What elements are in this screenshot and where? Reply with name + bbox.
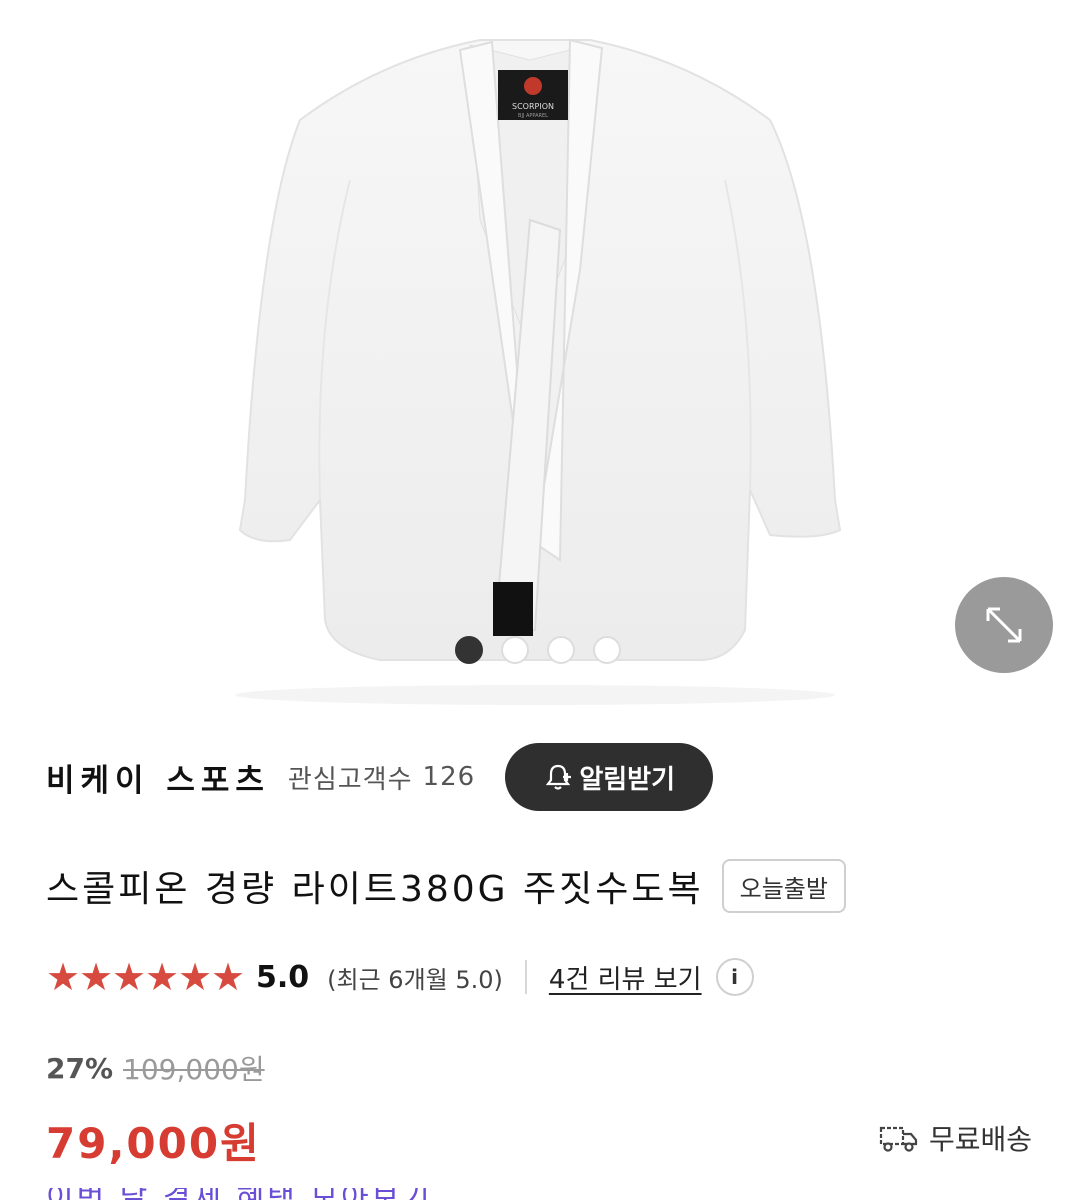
logo-text: SCORPION: [512, 102, 554, 111]
fans-label: 관심고객수: [287, 764, 413, 795]
pagination-dot-4[interactable]: [593, 636, 621, 664]
logo-subtext: BJJ APPAREL: [518, 113, 548, 119]
same-day-shipping-badge: 오늘출발: [721, 859, 846, 913]
product-title-row: 스콜피온 경량 라이트380G 주짓수도복 오늘출발: [46, 858, 846, 914]
rating-stars: ★ ★ ★ ★ ★ ★: [46, 955, 246, 999]
expand-icon: [986, 607, 1022, 643]
product-image-gallery[interactable]: SCORPION BJJ APPAREL: [0, 0, 1082, 712]
original-price: 109,000원: [123, 1053, 265, 1086]
discount-rate: 27%: [46, 1051, 114, 1085]
image-pagination: [455, 636, 621, 664]
expand-image-button[interactable]: [955, 577, 1053, 673]
star-icon: ★: [79, 955, 114, 999]
product-image[interactable]: SCORPION BJJ APPAREL: [230, 20, 860, 710]
seller-info: 비케이 스포츠 관심고객수 126 알림받기: [46, 743, 714, 811]
reviews-link[interactable]: 4건 리뷰 보기: [549, 959, 702, 996]
benefit-banner-text: 이번 달 결제 혜택 모아보기: [46, 1188, 506, 1200]
star-icon: ★: [46, 955, 81, 999]
product-title: 스콜피온 경량 라이트380G 주짓수도복: [46, 869, 704, 910]
shipping-label: 무료배송: [928, 1123, 1032, 1156]
rating-score: 5.0: [256, 959, 310, 995]
bell-plus-icon: [546, 764, 572, 790]
sale-price: 79,000원: [46, 1118, 261, 1168]
star-icon: ★: [112, 955, 147, 999]
divider: [524, 960, 527, 994]
star-icon: ★: [145, 955, 180, 999]
benefit-banner-peek[interactable]: 이번 달 결제 혜택 모아보기: [46, 1188, 506, 1200]
shipping-info: 무료배송: [879, 1118, 1032, 1158]
rating-row: ★ ★ ★ ★ ★ ★ 5.0 (최근 6개월 5.0) 4건 리뷰 보기 i: [46, 952, 754, 1002]
pagination-dot-2[interactable]: [501, 636, 529, 664]
recent-rating: (최근 6개월 5.0): [327, 965, 503, 994]
info-icon[interactable]: i: [715, 958, 754, 996]
star-icon: ★: [211, 955, 246, 999]
truck-icon: [879, 1126, 918, 1152]
fans-count: 126: [422, 762, 476, 792]
seller-name[interactable]: 비케이 스포츠: [46, 755, 270, 800]
discount-row: 27% 109,000원: [46, 1046, 265, 1090]
pagination-dot-3[interactable]: [547, 636, 575, 664]
star-icon: ★: [178, 955, 213, 999]
price-row: 79,000원: [46, 1112, 261, 1168]
notify-label: 알림받기: [579, 764, 676, 795]
pagination-dot-1[interactable]: [455, 636, 483, 664]
notify-button[interactable]: 알림받기: [505, 743, 714, 811]
